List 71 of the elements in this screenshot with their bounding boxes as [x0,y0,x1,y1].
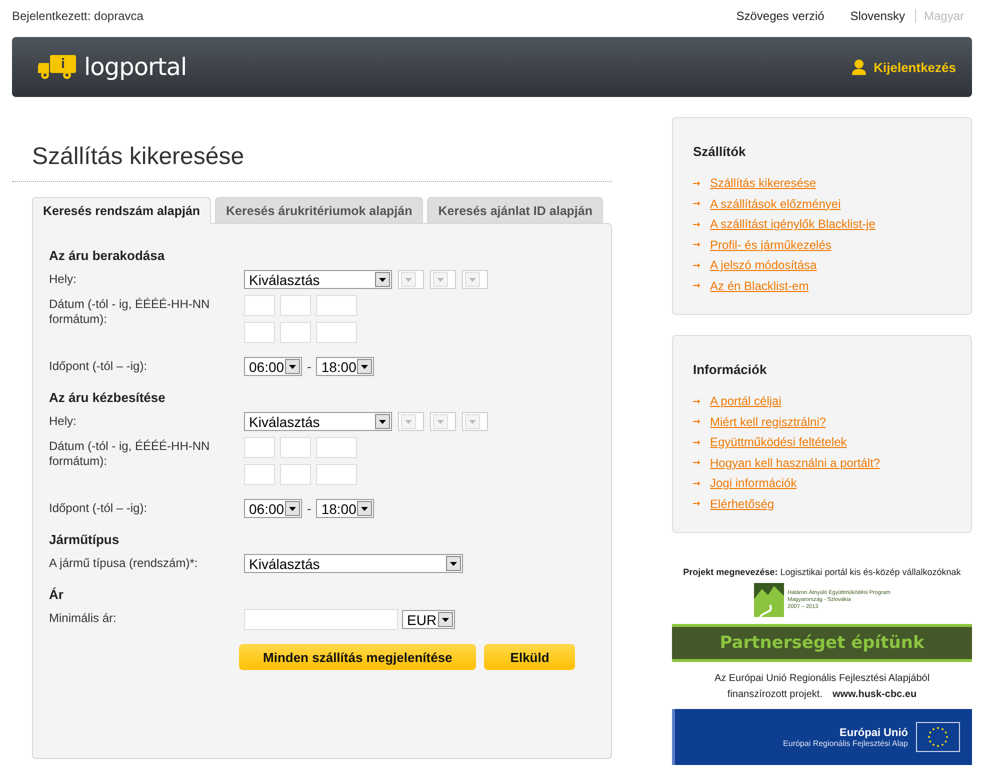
submit-button[interactable]: Elküld [484,644,576,670]
search-tab[interactable]: Keresés ajánlat ID alapján [427,197,604,224]
arrow-icon [693,460,700,466]
logout-link[interactable]: Kijelentkezés [874,60,956,74]
range-separator: - [307,501,312,516]
mountain-logo-icon [754,583,784,617]
website-link[interactable]: www.husk-cbc.eu [832,687,917,703]
arrow-icon [693,283,700,288]
section-title: Az áru berakodása [49,248,166,263]
slogan-text: Partnerséget építünk [720,633,924,653]
show-all-button[interactable]: Minden szállítás megjelenítése [239,644,476,670]
arrow-icon [693,222,700,227]
vehicle-type-select[interactable]: Kiválasztás [244,554,463,573]
field-label: A jármű típusa (rendszám)*: [49,555,199,572]
date-field[interactable] [280,322,311,343]
section-title: Járműtípus [49,532,120,547]
logo-text[interactable]: logportal [84,53,187,81]
location-select[interactable]: Kiválasztás [244,412,392,431]
field-label: Dátum (-tól - ig, ÉÉÉÉ-HH-NN formátum): [49,296,211,328]
location-select[interactable]: Kiválasztás [244,270,392,289]
date-field[interactable] [280,437,311,458]
eu-subtitle: Európai Regionális Fejlesztési Alap [783,738,908,748]
time-select[interactable]: 06:00 [244,499,302,518]
date-field[interactable] [244,437,275,458]
truck-icon [38,55,76,79]
field-label: Minimális ár: [49,610,118,627]
range-separator: - [307,359,312,374]
eu-title: Európai Unió [840,726,908,738]
box-title: Szállítók [693,144,747,159]
date-field[interactable] [280,295,311,316]
currency-select[interactable]: EUR [402,610,455,629]
arrow-icon [693,480,700,486]
user-icon [852,59,866,75]
arrow-icon [693,242,700,248]
page-title: Szállítás kikeresése [12,117,612,182]
field-label: Hely: [49,271,78,288]
date-field[interactable] [316,437,357,458]
language-link[interactable]: Slovensky [840,8,915,22]
section-title: Az áru kézbesítése [49,390,166,405]
arrow-icon [693,419,700,424]
field-label: Időpont (-tól – -ig): [49,358,148,375]
arrow-icon [693,201,700,206]
time-select[interactable]: 18:00 [316,499,374,518]
field-label: Dátum (-tól - ig, ÉÉÉÉ-HH-NN formátum): [49,438,211,470]
arrow-icon [693,180,700,186]
search-tab[interactable]: Keresés árukritériumok alapján [215,197,424,224]
date-field[interactable] [280,464,311,485]
date-field[interactable] [316,464,357,485]
arrow-icon [693,440,700,445]
field-label: Hely: [49,413,78,430]
funding-text: Az Európai Unió Regionális Fejlesztési Alapjából [714,672,930,686]
field-label: Időpont (-tól – -ig): [49,500,148,517]
date-field[interactable] [316,295,357,316]
logged-in-user: Bejelentkezett: dopravca [12,8,144,22]
arrow-icon [693,398,700,404]
time-select[interactable]: 06:00 [244,357,302,376]
arrow-icon [693,262,700,268]
text-version-link[interactable]: Szöveges verzió [736,8,824,22]
eu-flag-icon [916,722,960,752]
time-select[interactable]: 18:00 [316,357,374,376]
date-field[interactable] [244,322,275,343]
section-title: Ár [49,587,64,602]
date-field[interactable] [244,464,275,485]
date-field[interactable] [316,322,357,343]
funding-text: finanszírozott projekt. [727,688,822,702]
price-field[interactable] [244,609,398,630]
arrow-icon [693,501,700,506]
date-field[interactable] [244,295,275,316]
box-title: Információk [693,362,768,377]
project-name: Projekt megnevezése: Logisztikai portál kis és-közép vállalkozóknak [683,567,961,577]
search-tab[interactable]: Keresés rendszám alapján [32,197,212,224]
